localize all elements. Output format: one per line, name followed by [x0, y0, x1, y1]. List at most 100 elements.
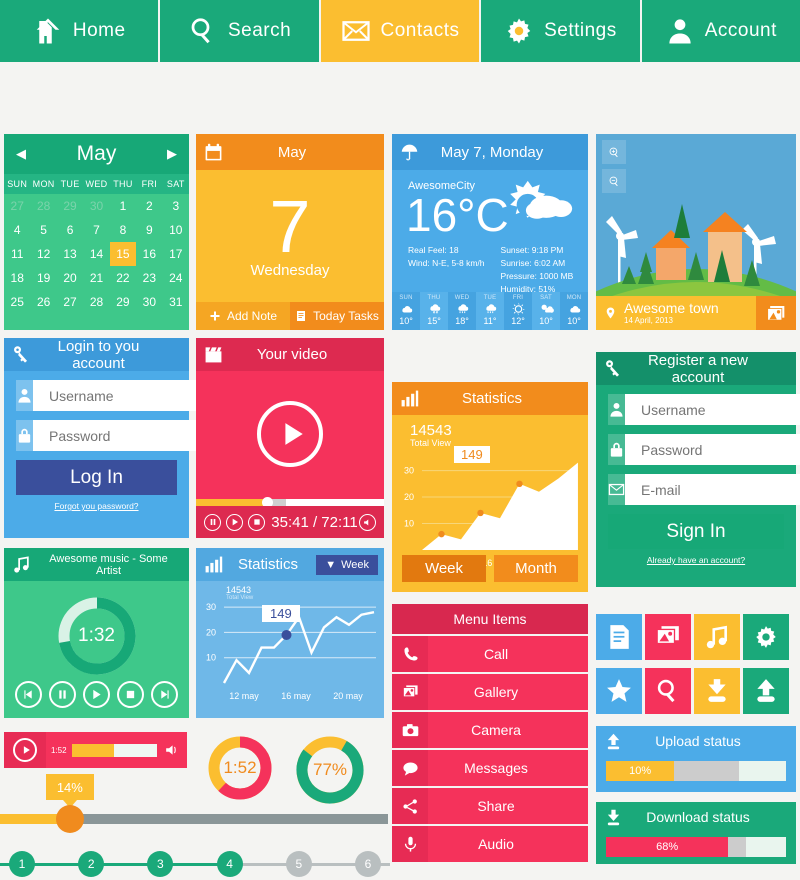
calendar-day[interactable]: 16 [136, 242, 162, 266]
menu-item-camera[interactable]: Camera [392, 712, 588, 748]
forgot-password-link[interactable]: Forgot you password? [4, 501, 189, 511]
zoom-out-icon[interactable] [602, 169, 626, 193]
pause-icon[interactable] [49, 681, 77, 708]
pause-icon[interactable] [204, 513, 221, 531]
calendar-day[interactable]: 5 [30, 218, 56, 242]
calendar-day[interactable]: 29 [110, 290, 136, 314]
calendar-day[interactable]: 22 [110, 266, 136, 290]
calendar-day[interactable]: 23 [136, 266, 162, 290]
register-password-field[interactable] [608, 434, 800, 465]
calendar-day[interactable]: 12 [30, 242, 56, 266]
calendar-day[interactable]: 9 [136, 218, 162, 242]
calendar-day[interactable]: 21 [83, 266, 109, 290]
calendar-day[interactable]: 1 [110, 194, 136, 218]
menu-item-audio[interactable]: Audio [392, 826, 588, 862]
login-password-field[interactable] [16, 420, 230, 451]
step-dot[interactable]: 5 [285, 851, 312, 877]
tab-month[interactable]: Month [494, 555, 578, 582]
today-tasks-button[interactable]: Today Tasks [290, 302, 384, 330]
stop-icon[interactable] [248, 513, 265, 531]
calendar-day[interactable]: 18 [4, 266, 30, 290]
icon-tile[interactable] [645, 668, 691, 714]
menu-item-call[interactable]: Call [392, 636, 588, 672]
calendar-day[interactable]: 17 [163, 242, 189, 266]
volume-icon[interactable] [359, 513, 376, 531]
step-dot[interactable]: 6 [355, 851, 381, 877]
volume-icon[interactable] [157, 743, 187, 757]
calendar-day[interactable]: 28 [83, 290, 109, 314]
calendar-day[interactable]: 3 [163, 194, 189, 218]
calendar-day[interactable]: 31 [163, 290, 189, 314]
calendar-day[interactable]: 24 [163, 266, 189, 290]
icon-tile[interactable] [596, 668, 642, 714]
calendar-day[interactable]: 26 [30, 290, 56, 314]
register-username-field[interactable] [608, 394, 800, 425]
register-email-field[interactable] [608, 474, 800, 505]
calendar-day[interactable]: 8 [110, 218, 136, 242]
calendar-day-grid[interactable]: 27 28 29 30 1 2 3 4 5 6 7 8 9 10 11 12 13 14 15 16 17 18 19 20 2… [4, 194, 189, 314]
icon-tile[interactable] [743, 614, 789, 660]
chevron-left-icon[interactable]: ◀ [4, 146, 38, 162]
slider-handle[interactable] [55, 805, 84, 833]
step-dot[interactable]: 3 [147, 851, 174, 877]
log-in-button[interactable]: Log In [16, 460, 177, 495]
prev-icon[interactable] [15, 681, 43, 708]
menu-item-messages[interactable]: Messages [392, 750, 588, 786]
calendar-day[interactable]: 2 [136, 194, 162, 218]
calendar-day[interactable]: 14 [83, 242, 109, 266]
menu-item-gallery[interactable]: Gallery [392, 674, 588, 710]
icon-tile[interactable] [743, 668, 789, 714]
stop-icon[interactable] [116, 681, 144, 708]
zoom-in-icon[interactable] [602, 140, 626, 164]
menu-item-share[interactable]: Share [392, 788, 588, 824]
chevron-right-icon[interactable]: ▶ [155, 146, 189, 162]
audio-play-button[interactable] [4, 732, 46, 768]
step-dot[interactable]: 2 [78, 851, 105, 877]
audio-progress-bar[interactable] [71, 743, 157, 757]
nav-item-home[interactable]: Home [0, 0, 161, 62]
calendar-day[interactable]: 27 [57, 290, 83, 314]
calendar-day[interactable]: 29 [57, 194, 83, 218]
calendar-day[interactable]: 30 [83, 194, 109, 218]
tab-week[interactable]: Week [402, 555, 486, 582]
nav-item-settings[interactable]: Settings [481, 0, 642, 62]
play-icon[interactable] [257, 401, 323, 467]
step-dot[interactable]: 4 [216, 851, 243, 877]
play-icon[interactable] [82, 681, 110, 708]
nav-item-account[interactable]: Account [641, 0, 800, 62]
calendar-day[interactable]: 13 [57, 242, 83, 266]
next-icon[interactable] [150, 681, 178, 708]
nav-item-contacts[interactable]: Contacts [320, 0, 482, 62]
video-progress-bar[interactable] [196, 497, 384, 508]
gallery-icon[interactable] [756, 296, 796, 330]
have-account-link[interactable]: Already have an account? [596, 555, 796, 565]
calendar-day[interactable]: 11 [4, 242, 30, 266]
calendar-day[interactable]: 28 [30, 194, 56, 218]
music-time: 1:32 [78, 625, 115, 646]
calendar-day[interactable]: 25 [4, 290, 30, 314]
nav-item-search[interactable]: Search [160, 0, 321, 62]
calendar-day[interactable]: 4 [4, 218, 30, 242]
percent-slider[interactable]: 14% [0, 774, 388, 833]
register-username-input[interactable] [625, 394, 800, 425]
add-note-button[interactable]: Add Note [196, 302, 290, 330]
register-email-input[interactable] [625, 474, 800, 505]
sign-in-button[interactable]: Sign In [608, 514, 784, 549]
statistics-blue-range-dropdown[interactable]: ▼ Week [316, 554, 378, 575]
icon-tile[interactable] [694, 668, 740, 714]
calendar-day[interactable]: 7 [83, 218, 109, 242]
calendar-day[interactable]: 10 [163, 218, 189, 242]
calendar-day[interactable]: 6 [57, 218, 83, 242]
calendar-day[interactable]: 27 [4, 194, 30, 218]
step-dot[interactable]: 1 [9, 851, 35, 877]
calendar-day[interactable]: 30 [136, 290, 162, 314]
icon-tile[interactable] [645, 614, 691, 660]
play-icon[interactable] [226, 513, 243, 531]
login-username-field[interactable] [16, 380, 230, 411]
calendar-day[interactable]: 19 [30, 266, 56, 290]
register-password-input[interactable] [625, 434, 800, 465]
calendar-day[interactable]: 20 [57, 266, 83, 290]
calendar-day[interactable]: 15 [109, 242, 137, 266]
icon-tile[interactable] [596, 614, 642, 660]
icon-tile[interactable] [694, 614, 740, 660]
